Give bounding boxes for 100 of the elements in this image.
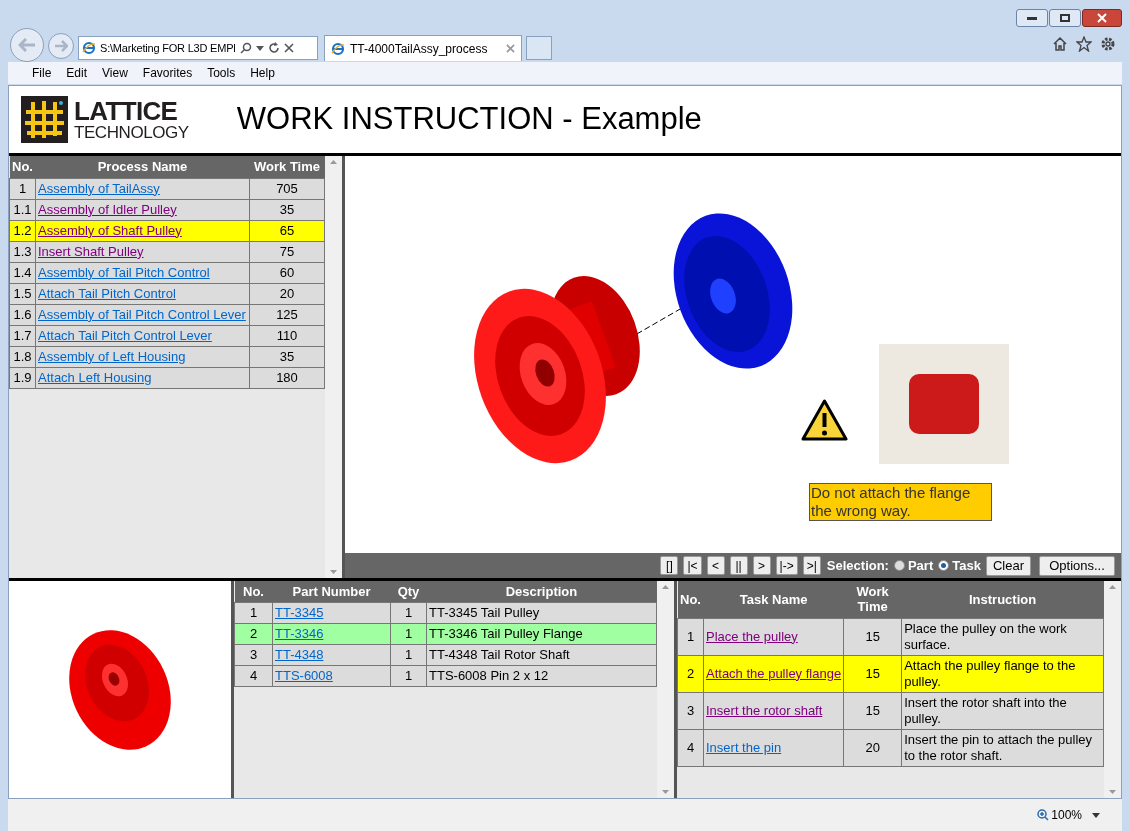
scrollbar[interactable] [1104, 581, 1121, 798]
settings-icon[interactable] [1100, 36, 1116, 52]
logo-subtitle: TECHNOLOGY [74, 124, 189, 141]
player-button[interactable]: < [706, 556, 725, 575]
zoom-level[interactable]: 100% [1051, 806, 1082, 824]
dropdown-icon[interactable] [255, 45, 264, 51]
table-row[interactable]: 1.8 Assembly of Left Housing 35 [9, 346, 325, 367]
table-cell: TTS-6008 Pin 2 x 12 [426, 665, 657, 686]
browser-tab[interactable]: TT-4000TailAssy_process [324, 35, 522, 61]
address-bar[interactable]: S:\Marketing FOR L3D EMPl [78, 36, 318, 60]
table-cell: 1 [677, 618, 704, 655]
menu-item[interactable]: View [96, 64, 134, 82]
scroll-down-icon[interactable] [330, 570, 337, 574]
close-icon [1097, 13, 1107, 23]
star-icon[interactable] [1076, 36, 1092, 52]
table-cell: 15 [843, 618, 902, 655]
close-icon[interactable] [283, 43, 294, 53]
scroll-down-icon[interactable] [1109, 790, 1116, 794]
warning-icon [801, 399, 848, 441]
search-icon[interactable] [239, 42, 252, 54]
scroll-up-icon[interactable] [1109, 585, 1116, 589]
forward-arrow-icon [54, 40, 68, 52]
minimize-button[interactable] [1016, 9, 1048, 27]
table-cell: 15 [843, 692, 902, 729]
table-cell: Place the pulley on the work surface. [901, 618, 1104, 655]
table-row[interactable]: 2 Attach the pulley flange 15 Attach the pulley flange to the pulley. [677, 655, 1104, 692]
column-header: Part Number [272, 581, 391, 602]
column-header: No. [234, 581, 273, 602]
zoom-icon[interactable] [1037, 809, 1050, 821]
menu-item[interactable]: Favorites [136, 64, 199, 82]
table-cell: 1.2 [9, 220, 36, 241]
scroll-up-icon[interactable] [662, 585, 669, 589]
table-cell: 1 [234, 602, 273, 623]
table-row[interactable]: 1.1 Assembly of Idler Pulley 35 [9, 199, 325, 220]
column-header: Work Time [843, 581, 902, 618]
player-button[interactable]: > [752, 556, 771, 575]
column-header: Task Name [703, 581, 844, 618]
close-button[interactable] [1082, 9, 1122, 27]
table-row[interactable]: 1 TT-3345 1 TT-3345 Tail Pulley [234, 602, 657, 623]
options-button[interactable]: Options... [1039, 555, 1115, 576]
player-button[interactable]: || [729, 556, 748, 575]
radio-option[interactable]: Task [938, 555, 981, 576]
table-row[interactable]: 1.6 Assembly of Tail Pitch Control Lever 125 [9, 304, 325, 325]
page-title: WORK INSTRUCTION - Example [236, 100, 702, 139]
table-cell: 75 [249, 241, 325, 262]
player-button[interactable]: |-> [775, 556, 798, 575]
menu-item[interactable]: Edit [60, 64, 94, 82]
maximize-button[interactable] [1049, 9, 1081, 27]
table-cell: 35 [249, 346, 325, 367]
table-row[interactable]: 4 TTS-6008 1 TTS-6008 Pin 2 x 12 [234, 665, 657, 686]
column-header: Description [426, 581, 657, 602]
column-header: Instruction [901, 581, 1104, 618]
table-row[interactable]: 1.4 Assembly of Tail Pitch Control 60 [9, 262, 325, 283]
table-cell: TT-4348 Tail Rotor Shaft [426, 644, 657, 665]
table-row[interactable]: 2 TT-3346 1 TT-3346 Tail Pulley Flange [234, 623, 657, 644]
forward-button[interactable] [48, 33, 74, 59]
logo-text: LATTICE [74, 98, 179, 124]
table-row[interactable]: 1.5 Attach Tail Pitch Control 20 [9, 283, 325, 304]
warning-note: Do not attach the flange the wrong way. [809, 483, 992, 521]
table-row[interactable]: 3 Insert the rotor shaft 15 Insert the rotor shaft into the pulley. [677, 692, 1104, 729]
logo-icon [21, 96, 68, 143]
column-header: No. [9, 156, 36, 178]
table-cell: 15 [843, 655, 902, 692]
menu-item[interactable]: Tools [201, 64, 242, 82]
scrollbar[interactable] [325, 156, 342, 578]
table-cell: 1 [9, 178, 36, 199]
table-cell: Insert the rotor shaft into the pulley. [901, 692, 1104, 729]
home-icon[interactable] [1052, 36, 1068, 52]
table-row[interactable]: 1.9 Attach Left Housing 180 [9, 367, 325, 388]
table-row[interactable]: 1.2 Assembly of Shaft Pulley 65 [9, 220, 325, 241]
table-row[interactable]: 4 Insert the pin 20 Insert the pin to attach the pulley to the rotor shaft. [677, 729, 1104, 766]
table-cell: Insert the pin to attach the pulley to the rotor shaft. [901, 729, 1104, 766]
table-cell: 110 [249, 325, 325, 346]
player-button[interactable]: >| [802, 556, 821, 575]
tab-title: TT-4000TailAssy_process [350, 40, 489, 58]
clear-button[interactable]: Clear [985, 555, 1031, 576]
scroll-up-icon[interactable] [330, 160, 337, 164]
player-button[interactable]: |< [683, 556, 702, 575]
table-cell: 1.7 [9, 325, 36, 346]
table-row[interactable]: 1.3 Insert Shaft Pulley 75 [9, 241, 325, 262]
column-header: No. [677, 581, 704, 618]
back-button[interactable] [10, 28, 44, 62]
refresh-icon[interactable] [267, 42, 280, 54]
table-cell: 3 [234, 644, 273, 665]
radio-option[interactable]: Part [893, 555, 934, 576]
scroll-down-icon[interactable] [662, 790, 669, 794]
table-row[interactable]: 1.7 Attach Tail Pitch Control Lever 110 [9, 325, 325, 346]
column-header: Work Time [249, 156, 325, 178]
dropdown-icon[interactable] [1092, 812, 1100, 818]
menu-item[interactable]: File [26, 64, 58, 82]
table-row[interactable]: 1 Assembly of TailAssy 705 [9, 178, 325, 199]
table-row[interactable]: 1 Place the pulley 15 Place the pulley on the work surface. [677, 618, 1104, 655]
table-cell: 65 [249, 220, 325, 241]
scrollbar[interactable] [657, 581, 674, 798]
table-cell: 1.8 [9, 346, 36, 367]
menu-item[interactable]: Help [244, 64, 281, 82]
new-tab-button[interactable] [526, 36, 552, 60]
table-row[interactable]: 3 TT-4348 1 TT-4348 Tail Rotor Shaft [234, 644, 657, 665]
player-button[interactable]: [] [660, 556, 679, 575]
table-cell: 1.5 [9, 283, 36, 304]
